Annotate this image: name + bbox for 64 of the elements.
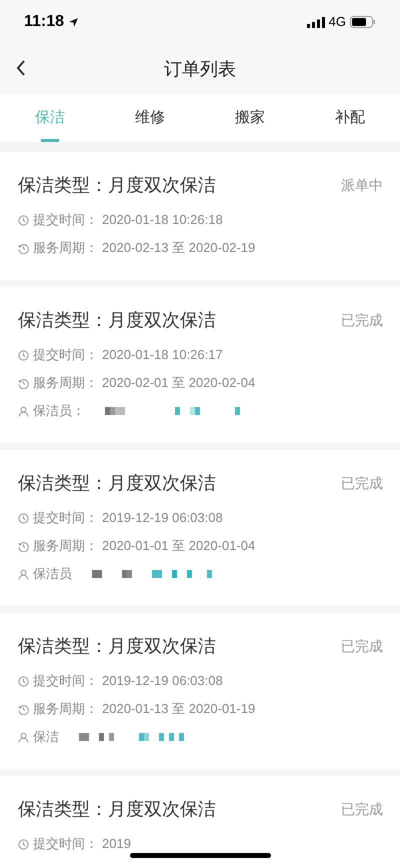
field-label: 服务周期： — [33, 537, 98, 556]
field-value: 2019-12-19 06:03:08 — [102, 672, 223, 690]
cleaning-type: 月度双次保洁 — [108, 308, 216, 332]
field-value: 2020-01-13 至 2020-01-19 — [102, 700, 256, 718]
battery-icon — [350, 16, 376, 28]
field-label: 提交时间： — [33, 346, 98, 364]
order-card[interactable]: 保洁类型：月度双次保洁 派单中 提交时间： 2020-01-18 10:26:18 服务周期： 2020-02-13 至 2020-02-19 — [0, 152, 400, 280]
type-label: 保洁类型： — [18, 634, 108, 658]
history-icon — [18, 704, 29, 714]
history-icon — [18, 242, 29, 254]
tab[interactable]: 补配 — [300, 94, 400, 142]
order-card[interactable]: 保洁类型：月度双次保洁 已完成 提交时间： 2019-12-19 06:03:08 服务周期： 2020-01-01 至 2020-01-04 保洁员 — [0, 450, 400, 606]
field-label: 提交时间： — [33, 672, 98, 690]
clock-icon — [18, 350, 29, 360]
field-value: 2020-02-01 至 2020-02-04 — [102, 374, 256, 392]
field-value: 2019-12-19 06:03:08 — [102, 509, 223, 528]
field-label: 服务周期： — [33, 374, 98, 392]
page-title: 订单列表 — [164, 58, 236, 80]
network-type: 4G — [328, 13, 346, 32]
person-icon — [18, 732, 29, 742]
order-status: 派单中 — [341, 176, 383, 194]
field-value: 2020-01-18 10:26:18 — [102, 211, 223, 230]
cleaning-type: 月度双次保洁 — [108, 798, 216, 820]
field-value: 2020-01-01 至 2020-01-04 — [102, 537, 256, 556]
field-label: 提交时间： — [33, 211, 98, 230]
person-icon — [18, 406, 29, 416]
field-label: 保洁员： — [33, 402, 85, 420]
field-label: 服务周期： — [33, 239, 98, 258]
field-label: 提交时间： — [33, 509, 98, 528]
field-value: 2020-01-18 10:26:17 — [102, 346, 223, 364]
field-label: 保洁 — [33, 728, 59, 746]
type-label: 保洁类型： — [18, 472, 108, 494]
signal-icon — [306, 16, 325, 28]
type-label: 保洁类型： — [18, 174, 108, 196]
field-value: 2020-02-13 至 2020-02-19 — [102, 239, 256, 258]
history-icon — [18, 540, 29, 552]
clock-icon — [18, 676, 29, 686]
tab-underline — [41, 139, 59, 142]
back-chevron-icon — [16, 60, 26, 76]
cleaning-type: 月度双次保洁 — [108, 174, 216, 196]
order-status: 已完成 — [341, 474, 383, 492]
location-arrow-icon — [68, 16, 80, 28]
order-status: 已完成 — [341, 636, 383, 656]
person-icon — [18, 568, 29, 580]
order-card[interactable]: 保洁类型：月度双次保洁 已完成 提交时间： 2019 — [0, 776, 400, 866]
tab[interactable]: 搬家 — [200, 94, 300, 142]
order-card[interactable]: 保洁类型：月度双次保洁 已完成 提交时间： 2019-12-19 06:03:08 服务周期： 2020-01-13 至 2020-01-19 保洁 — [0, 613, 400, 769]
history-icon — [18, 378, 29, 388]
type-label: 保洁类型： — [18, 798, 108, 820]
field-value: 2019 — [102, 835, 131, 854]
order-status: 已完成 — [341, 800, 383, 818]
cleaning-type: 月度双次保洁 — [108, 634, 216, 658]
order-card[interactable]: 保洁类型：月度双次保洁 已完成 提交时间： 2020-01-18 10:26:17 服务周期： 2020-02-01 至 2020-02-04 保洁员： — [0, 287, 400, 443]
field-label: 服务周期： — [33, 700, 98, 718]
order-status: 已完成 — [341, 310, 383, 330]
status-time: 11:18 — [24, 12, 64, 32]
field-label: 保洁员 — [33, 565, 72, 584]
field-label: 提交时间： — [33, 835, 98, 854]
clock-icon — [18, 512, 29, 524]
clock-icon — [18, 214, 29, 226]
tab[interactable]: 维修 — [100, 94, 200, 142]
type-label: 保洁类型： — [18, 308, 108, 332]
cleaning-type: 月度双次保洁 — [108, 472, 216, 494]
clock-icon — [18, 838, 29, 850]
